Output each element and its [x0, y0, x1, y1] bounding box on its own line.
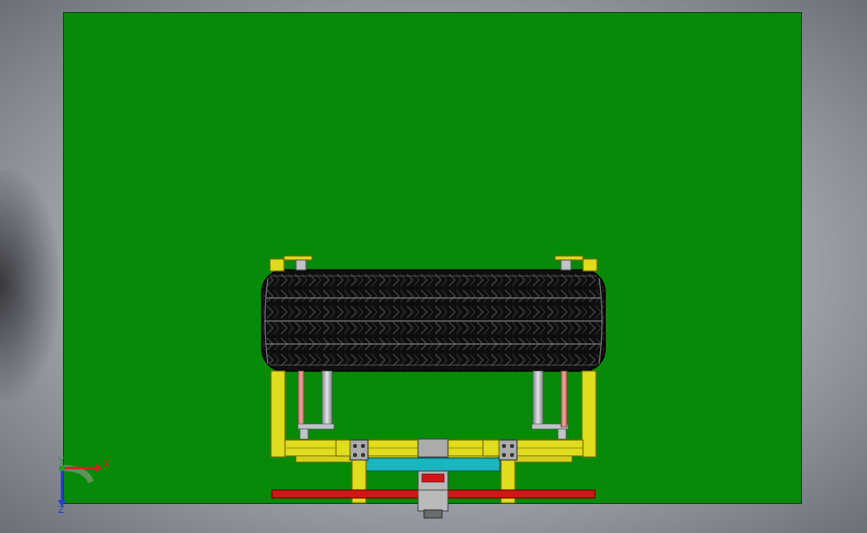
- right-side-post[interactable]: [581, 370, 597, 458]
- z-axis-label: Z: [58, 505, 65, 516]
- center-block[interactable]: [417, 438, 449, 458]
- left-small-bracket[interactable]: [335, 439, 351, 457]
- tire-changer-assembly-model[interactable]: [0, 0, 867, 533]
- left-top-clamp[interactable]: [269, 255, 313, 272]
- left-red-rod[interactable]: [297, 370, 305, 428]
- right-top-clamp[interactable]: [554, 255, 598, 272]
- drive-motor[interactable]: [417, 470, 449, 519]
- right-red-rod[interactable]: [560, 370, 568, 428]
- tire[interactable]: [261, 269, 606, 372]
- left-side-post[interactable]: [270, 370, 286, 458]
- x-axis-label: X: [103, 459, 110, 470]
- coordinate-triad: [58, 464, 102, 507]
- graphics-viewport[interactable]: X Y Z: [0, 0, 867, 533]
- right-small-bracket[interactable]: [482, 439, 500, 457]
- cyan-platform[interactable]: [365, 457, 501, 472]
- y-axis-label: Y: [58, 456, 65, 467]
